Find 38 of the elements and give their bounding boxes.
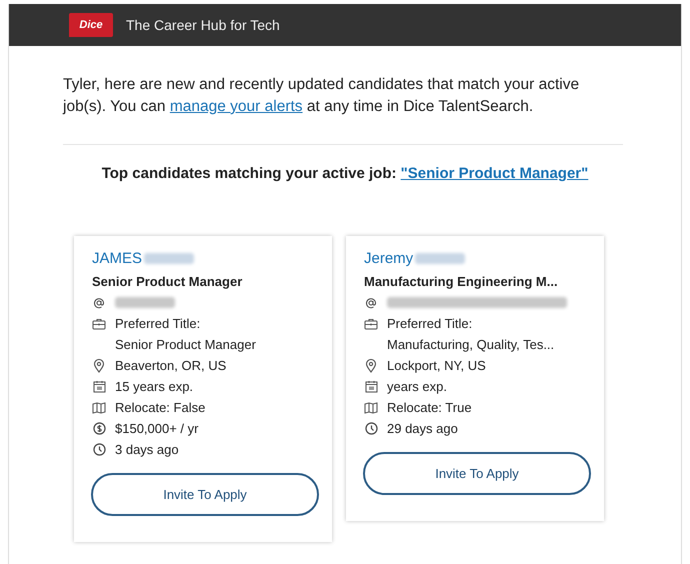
clock-icon xyxy=(364,422,378,435)
intro-paragraph: Tyler, here are new and recently updated candidates that match your active job(s). You can manage your alerts at any time in Dice TalentSearch. xyxy=(63,75,580,117)
invite-button[interactable]: Invite To Apply xyxy=(363,452,591,495)
at-sign-icon xyxy=(365,296,377,308)
calendar-icon xyxy=(364,380,378,393)
detail-text: Relocate: True xyxy=(387,400,472,415)
detail-text: 15 years exp. xyxy=(115,379,194,394)
candidate-name[interactable]: JAMES xyxy=(92,250,142,267)
manage-alerts-link[interactable]: manage your alerts xyxy=(170,98,303,115)
detail-text: Beaverton, OR, US xyxy=(115,358,226,373)
dice-logo[interactable]: Dice xyxy=(69,13,113,37)
section-heading: Top candidates matching your active job: "Senior Product Manager" xyxy=(100,165,590,182)
dollar-coin-icon xyxy=(92,422,106,435)
detail-text: 29 days ago xyxy=(387,421,458,436)
detail-text: $150,000+ / yr xyxy=(115,421,198,436)
candidate-headline: Manufacturing Engineering M... xyxy=(364,274,559,289)
detail-text: Manufacturing, Quality, Tes... xyxy=(387,337,556,352)
candidate-name[interactable]: Jeremy xyxy=(364,250,414,267)
detail-text: Relocate: False xyxy=(115,400,206,415)
detail-text: 3 days ago xyxy=(115,442,179,457)
detail-text: Preferred Title: xyxy=(387,316,472,331)
at-sign-icon xyxy=(93,296,105,308)
detail-text: Senior Product Manager xyxy=(115,337,257,352)
briefcase-icon xyxy=(92,318,106,330)
clock-icon xyxy=(92,443,106,456)
briefcase-icon xyxy=(364,318,378,330)
location-pin-icon xyxy=(365,358,377,372)
detail-text: years exp. xyxy=(387,379,447,394)
candidate-headline: Senior Product Manager xyxy=(92,274,244,289)
map-icon xyxy=(364,402,378,414)
detail-text: Lockport, NY, US xyxy=(387,358,486,373)
detail-text: Preferred Title: xyxy=(115,316,200,331)
calendar-icon xyxy=(92,380,106,393)
job-link[interactable]: "Senior Product Manager" xyxy=(400,165,588,182)
tagline: The Career Hub for Tech xyxy=(126,17,280,33)
map-icon xyxy=(92,402,106,414)
invite-button[interactable]: Invite To Apply xyxy=(91,473,319,516)
location-pin-icon xyxy=(93,358,105,372)
